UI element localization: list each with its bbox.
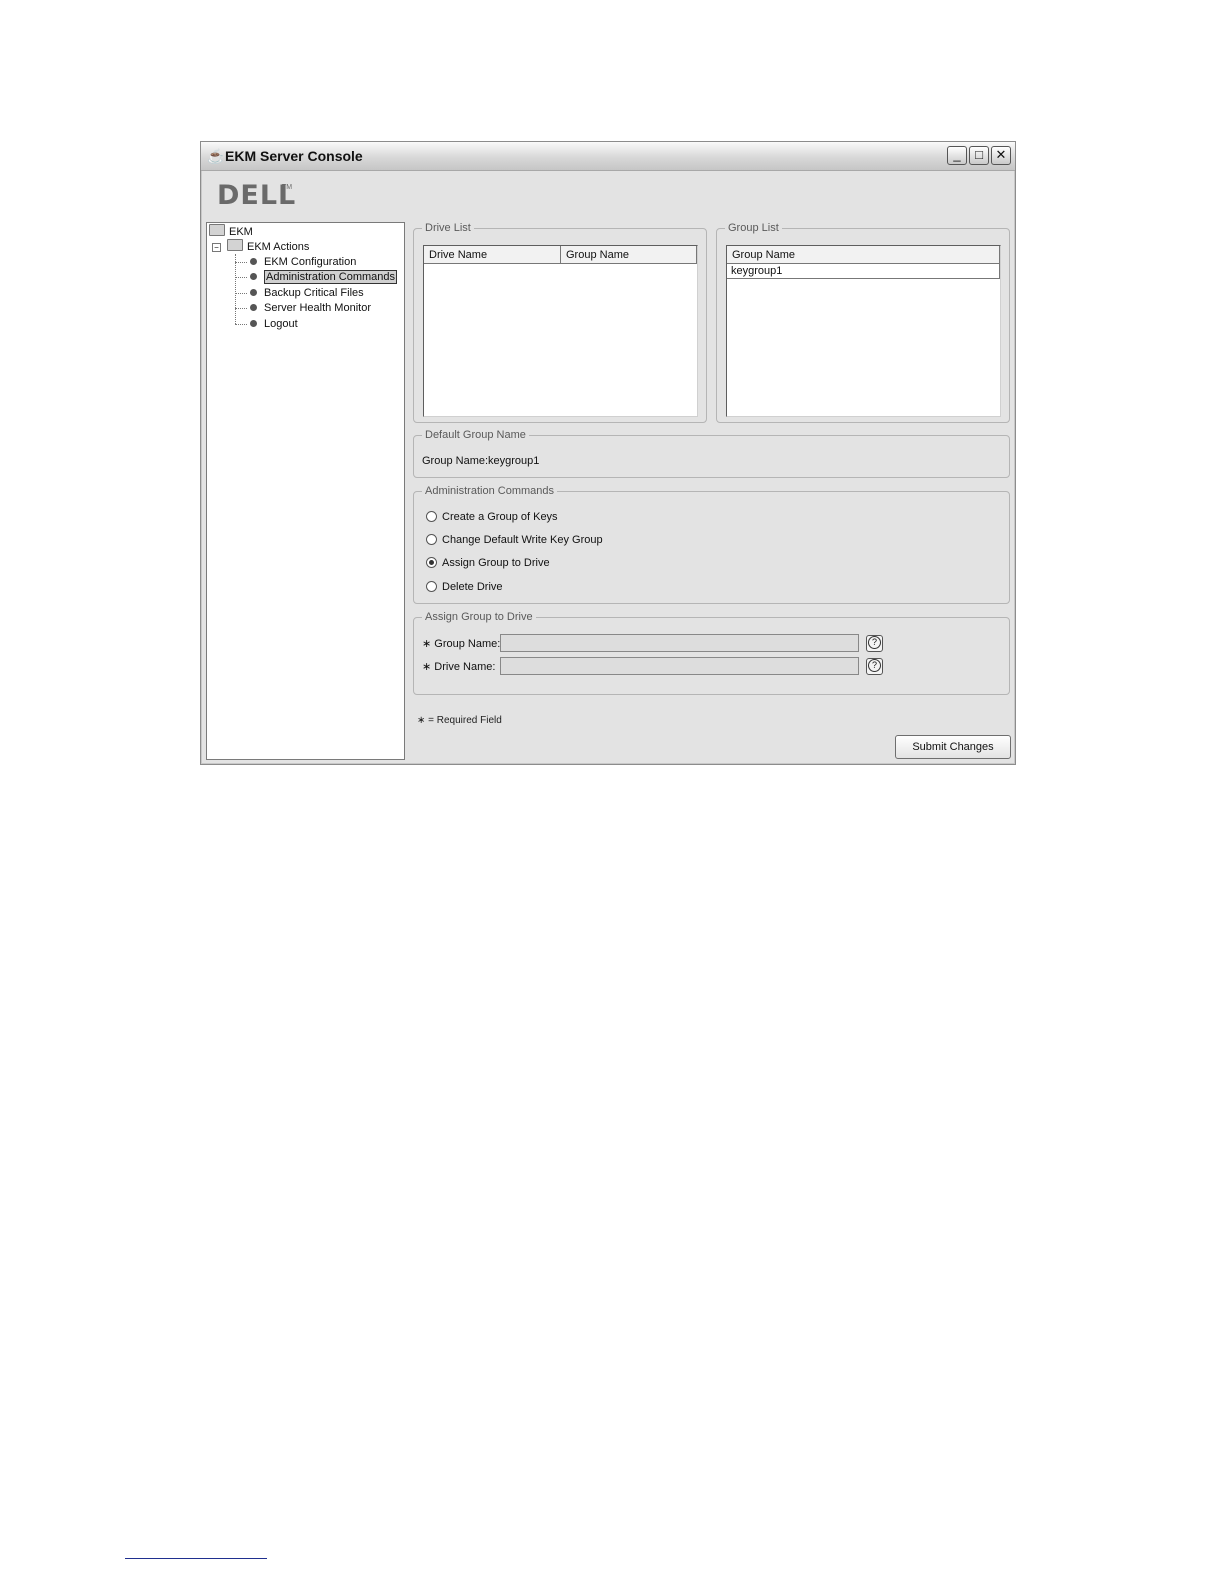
tree-connector <box>235 324 247 325</box>
navigation-tree: EKM − EKM Actions EKM Configuration Admi… <box>206 222 405 760</box>
bullet-icon <box>250 304 257 311</box>
group-name-field-label: ∗ Group Name: <box>422 637 500 651</box>
table-row[interactable]: keygroup1 <box>727 264 1000 279</box>
radio-assign-group-to-drive[interactable]: Assign Group to Drive <box>426 556 550 572</box>
drive-list-table[interactable]: Drive Name Group Name <box>423 245 698 417</box>
drive-name-label-text: Drive Name: <box>434 661 496 673</box>
drive-name-column-header[interactable]: Drive Name <box>424 246 561 264</box>
tree-item-label: Backup Critical Files <box>264 287 364 299</box>
group-name-column-header[interactable]: Group Name <box>727 246 1000 264</box>
radio-label: Assign Group to Drive <box>442 557 550 569</box>
group-name-help-button[interactable]: ? <box>866 635 883 652</box>
tree-connector <box>235 254 236 324</box>
help-icon: ? <box>868 636 881 649</box>
folder-open-icon <box>227 239 243 251</box>
tree-item-backup-critical-files[interactable]: Backup Critical Files <box>250 286 364 301</box>
tree-item-ekm-configuration[interactable]: EKM Configuration <box>250 255 356 270</box>
radio-button[interactable] <box>426 511 437 522</box>
tree-item-label: EKM Configuration <box>264 256 357 268</box>
tree-item-label: Administration Commands <box>264 270 397 284</box>
tree-item-label: Server Health Monitor <box>264 302 371 314</box>
radio-button-selected[interactable] <box>426 557 437 568</box>
drive-list-panel: Drive List Drive Name Group Name <box>413 221 707 423</box>
bullet-icon <box>250 320 257 327</box>
group-name-column-header[interactable]: Group Name <box>561 246 697 264</box>
bullet-icon <box>250 273 257 280</box>
java-cup-icon: ☕ <box>207 148 225 164</box>
folder-icon <box>209 224 225 236</box>
tree-item-logout[interactable]: Logout <box>250 317 298 332</box>
submit-changes-button[interactable]: Submit Changes <box>895 735 1011 759</box>
radio-button[interactable] <box>426 581 437 592</box>
tree-folder-ekm-actions[interactable]: EKM Actions <box>227 239 309 254</box>
dell-logo-trademark: TM <box>282 184 293 191</box>
radio-label: Change Default Write Key Group <box>442 534 603 546</box>
bullet-icon <box>250 258 257 265</box>
drive-name-help-button[interactable]: ? <box>866 658 883 675</box>
tree-item-label: Logout <box>264 318 298 330</box>
group-list-panel: Group List Group Name keygroup1 <box>716 221 1010 423</box>
tree-item-server-health-monitor[interactable]: Server Health Monitor <box>250 301 371 316</box>
required-mark: ∗ <box>422 661 432 673</box>
help-icon: ? <box>868 659 881 672</box>
default-group-panel: Default Group Name Group Name: keygroup1 <box>413 428 1010 478</box>
radio-label: Delete Drive <box>442 581 503 593</box>
tree-item-administration-commands[interactable]: Administration Commands <box>250 270 397 285</box>
group-name-label-text: Group Name: <box>434 638 501 650</box>
drive-name-field-label: ∗ Drive Name: <box>422 660 495 674</box>
bullet-icon <box>250 289 257 296</box>
group-list-title: Group List <box>725 221 782 235</box>
minimize-button[interactable]: _ <box>947 146 967 165</box>
drive-name-input[interactable] <box>500 657 859 675</box>
group-name-input[interactable] <box>500 634 859 652</box>
group-list-table[interactable]: Group Name keygroup1 <box>726 245 1001 417</box>
administration-commands-title: Administration Commands <box>422 484 557 498</box>
administration-commands-panel: Administration Commands Create a Group o… <box>413 484 1010 604</box>
maximize-button[interactable]: □ <box>969 146 989 165</box>
footnote-separator-line <box>125 1558 267 1559</box>
default-group-label: Group Name: <box>422 455 489 467</box>
title-bar[interactable]: ☕ EKM Server Console _ □ ✕ <box>201 142 1015 171</box>
tree-connector <box>235 308 247 309</box>
tree-folder-label: EKM Actions <box>247 241 310 253</box>
tree-root[interactable]: EKM <box>209 224 253 239</box>
radio-delete-drive[interactable]: Delete Drive <box>426 580 503 596</box>
tree-root-label: EKM <box>229 226 253 238</box>
radio-button[interactable] <box>426 534 437 545</box>
radio-create-group-of-keys[interactable]: Create a Group of Keys <box>426 510 558 526</box>
window-title: EKM Server Console <box>225 148 363 164</box>
default-group-title: Default Group Name <box>422 428 529 442</box>
radio-label: Create a Group of Keys <box>442 511 558 523</box>
ekm-server-console-window: ☕ EKM Server Console _ □ ✕ DELL TM EKM −… <box>200 141 1016 765</box>
drive-list-title: Drive List <box>422 221 474 235</box>
tree-connector <box>235 293 247 294</box>
assign-group-to-drive-title: Assign Group to Drive <box>422 610 536 624</box>
required-mark: ∗ <box>422 638 432 650</box>
tree-connector <box>235 277 247 278</box>
close-button[interactable]: ✕ <box>991 146 1011 165</box>
collapse-icon[interactable]: − <box>212 243 221 252</box>
assign-group-to-drive-panel: Assign Group to Drive ∗ Group Name: ? ∗ … <box>413 610 1010 695</box>
tree-connector <box>235 262 247 263</box>
radio-change-default-write-key-group[interactable]: Change Default Write Key Group <box>426 533 603 549</box>
default-group-value: keygroup1 <box>488 455 540 467</box>
required-field-note: ∗ = Required Field <box>417 715 502 726</box>
